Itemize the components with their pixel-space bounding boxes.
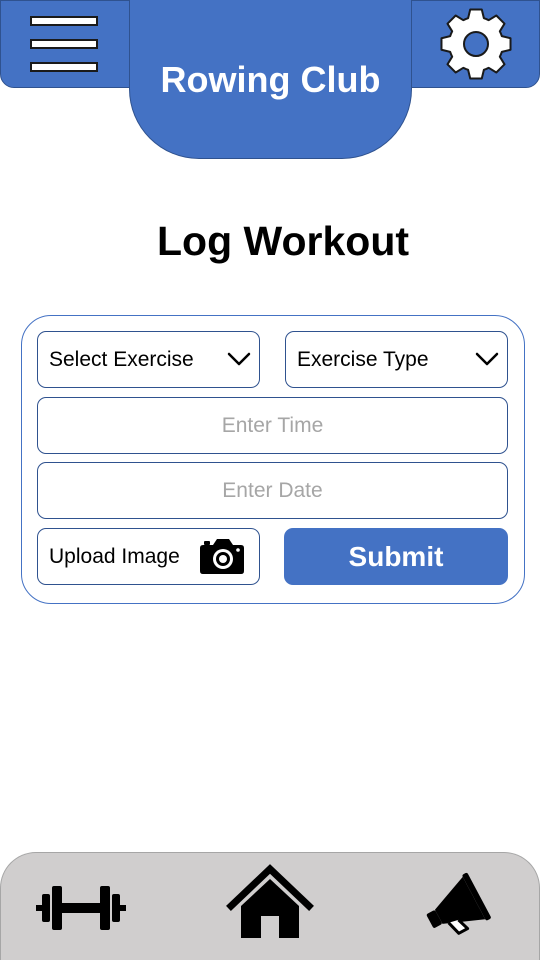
chevron-down-icon xyxy=(227,352,251,366)
home-icon xyxy=(226,864,314,938)
exercise-type-select[interactable]: Exercise Type xyxy=(285,331,508,388)
dumbbell-icon xyxy=(36,886,126,930)
date-input[interactable] xyxy=(37,462,508,519)
nav-announcements[interactable] xyxy=(418,872,500,940)
submit-button[interactable]: Submit xyxy=(284,528,508,585)
menu-button[interactable] xyxy=(14,8,114,80)
page-title: Log Workout xyxy=(156,218,410,264)
upload-image-button[interactable]: Upload Image xyxy=(37,528,260,585)
gear-icon xyxy=(440,8,512,80)
exercise-select-label: Select Exercise xyxy=(49,347,194,371)
header-title-box: Rowing Club xyxy=(129,0,412,159)
exercise-select[interactable]: Select Exercise xyxy=(37,331,260,388)
nav-workouts[interactable] xyxy=(34,880,128,936)
app-title: Rowing Club xyxy=(160,59,381,100)
upload-image-label: Upload Image xyxy=(49,544,180,568)
exercise-type-select-label: Exercise Type xyxy=(297,347,429,371)
nav-home[interactable] xyxy=(226,864,314,940)
megaphone-icon xyxy=(426,872,491,935)
settings-button[interactable] xyxy=(436,4,516,84)
chevron-down-icon xyxy=(475,352,499,366)
time-input[interactable] xyxy=(37,397,508,454)
camera-icon xyxy=(200,539,244,574)
